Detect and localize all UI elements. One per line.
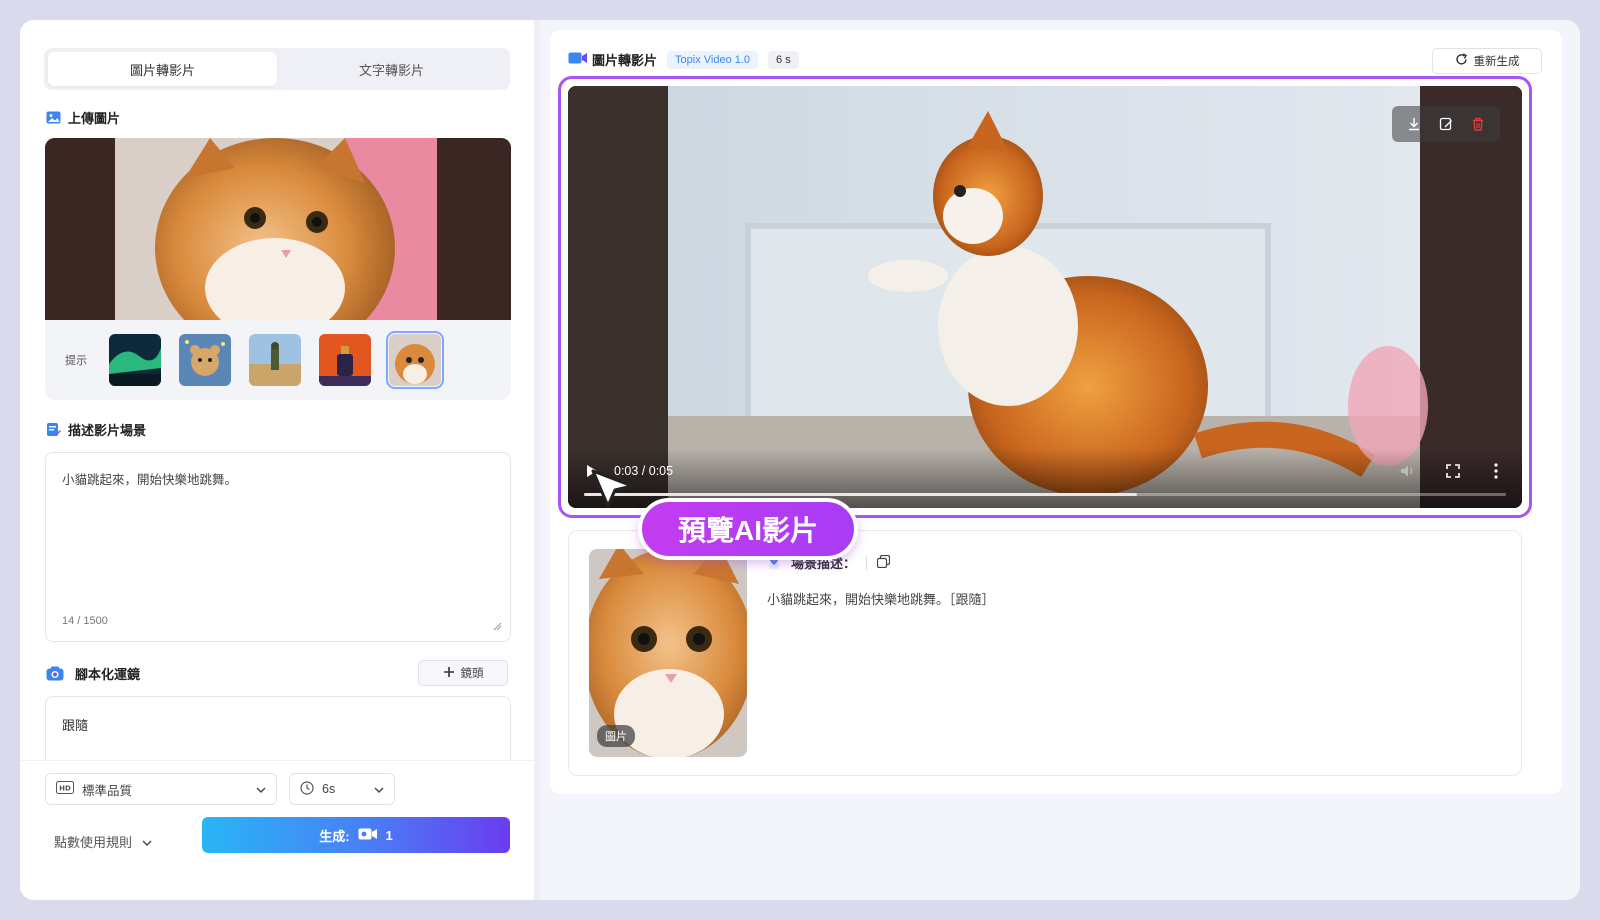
hd-icon: HD (56, 781, 74, 797)
svg-text:HD: HD (59, 785, 71, 793)
duration-value: 6s (322, 782, 336, 796)
upload-section-title: 上傳圖片 (46, 108, 120, 127)
thumbnail-teddy-bear[interactable] (179, 334, 231, 386)
video-frame (568, 86, 1522, 508)
regenerate-button[interactable]: 重新生成 (1432, 48, 1542, 74)
copy-icon[interactable] (876, 554, 891, 571)
fullscreen-icon[interactable] (1446, 464, 1460, 481)
generate-cost: 1 (385, 827, 393, 843)
chevron-down-icon (256, 782, 266, 796)
thumbnail-cat[interactable] (386, 331, 444, 389)
app-frame: 圖片轉影片 文字轉影片 上傳圖片 提示 描述影片場景 小貓跳起來，開始快樂地跳舞… (20, 20, 1580, 900)
camera-move-value: 跟隨 (62, 718, 89, 733)
duration-select[interactable]: 6s (289, 773, 395, 805)
volume-icon[interactable] (1400, 464, 1416, 481)
thumbnail-perfume[interactable] (319, 334, 371, 386)
upload-card[interactable]: 提示 (45, 138, 511, 400)
video-player[interactable]: 0:03 / 0:05 (568, 86, 1522, 508)
tab-image-to-video[interactable]: 圖片轉影片 (48, 52, 277, 86)
video-highlight-frame: 0:03 / 0:05 (558, 76, 1532, 518)
image-badge: 圖片 (597, 725, 635, 747)
left-panel: 圖片轉影片 文字轉影片 上傳圖片 提示 描述影片場景 小貓跳起來，開始快樂地跳舞… (20, 20, 540, 900)
duration-tag: 6 s (768, 50, 799, 69)
description-text: 小貓跳起來，開始快樂地跳舞。 (62, 473, 238, 487)
resize-handle-icon[interactable] (492, 621, 502, 631)
generate-label: 生成: (319, 828, 350, 844)
image-icon (46, 110, 61, 125)
more-options-icon[interactable] (1494, 463, 1498, 482)
chevron-down-icon (374, 782, 384, 796)
clock-icon (300, 780, 314, 798)
preview-ai-video-badge: 預覽AI影片 (638, 498, 858, 560)
result-panel: 圖片轉影片 Topix Video 1.0 6 s 重新生成 0:03 / 0:… (550, 30, 1562, 794)
points-rules-dropdown[interactable]: 點數使用規則 (54, 825, 184, 857)
mode-tabs: 圖片轉影片 文字轉影片 (44, 48, 510, 90)
scene-description: 小貓跳起來，開始快樂地跳舞。［跟隨］ (767, 592, 995, 607)
plus-icon (443, 666, 455, 681)
description-textarea[interactable]: 小貓跳起來，開始快樂地跳舞。 14 / 1500 (45, 452, 511, 642)
thumbnail-soldier-desert[interactable] (249, 334, 301, 386)
reference-image[interactable]: 圖片 (589, 549, 747, 757)
video-camera-icon (358, 827, 378, 844)
add-shot-label: 鏡頭 (460, 668, 484, 680)
edit-doc-icon (46, 422, 61, 437)
trash-icon[interactable] (1471, 117, 1485, 131)
points-rules-label: 點數使用規則 (54, 834, 133, 850)
quality-select[interactable]: HD 標準品質 (45, 773, 277, 805)
video-toolbar (1392, 106, 1500, 142)
tab-text-to-video[interactable]: 文字轉影片 (277, 52, 506, 86)
video-progress-fill (584, 493, 1138, 496)
camera-title: 腳本化運鏡 (75, 667, 141, 682)
sample-thumbnails: 提示 (45, 320, 511, 400)
description-title: 描述影片場景 (68, 423, 147, 438)
mouse-cursor-icon (590, 468, 636, 513)
video-camera-icon (568, 51, 588, 68)
scene-info-card: 圖片 場景描述： 小貓跳起來，開始快樂地跳舞。［跟隨］ (568, 530, 1522, 776)
camera-section-title: 腳本化運鏡 (46, 664, 140, 683)
thumbnail-aurora[interactable] (109, 334, 161, 386)
refresh-icon (1455, 53, 1468, 69)
add-shot-button[interactable]: 鏡頭 (418, 660, 508, 686)
character-count: 14 / 1500 (62, 615, 108, 627)
hint-label: 提示 (65, 355, 87, 367)
download-icon[interactable] (1407, 117, 1421, 131)
preview-label: 預覽AI影片 (677, 515, 818, 546)
generate-button[interactable]: 生成: 1 (202, 817, 510, 853)
camera-move-field[interactable]: 跟隨 (45, 696, 511, 766)
uploaded-image[interactable] (45, 138, 511, 320)
divider (866, 555, 868, 570)
regenerate-label: 重新生成 (1473, 56, 1520, 68)
result-header: 圖片轉影片 Topix Video 1.0 6 s (568, 50, 799, 69)
quality-value: 標準品質 (82, 783, 133, 798)
video-progress-bar[interactable] (584, 493, 1506, 496)
model-tag: Topix Video 1.0 (667, 50, 759, 69)
bottom-bar: HD 標準品質 6s 點數使用規則 生成: 1 (20, 760, 534, 900)
camera-icon (46, 666, 64, 681)
upload-title: 上傳圖片 (68, 111, 121, 126)
chevron-down-icon (142, 834, 152, 849)
edit-icon[interactable] (1439, 117, 1453, 131)
result-title: 圖片轉影片 (592, 53, 658, 68)
description-section-title: 描述影片場景 (46, 420, 146, 439)
